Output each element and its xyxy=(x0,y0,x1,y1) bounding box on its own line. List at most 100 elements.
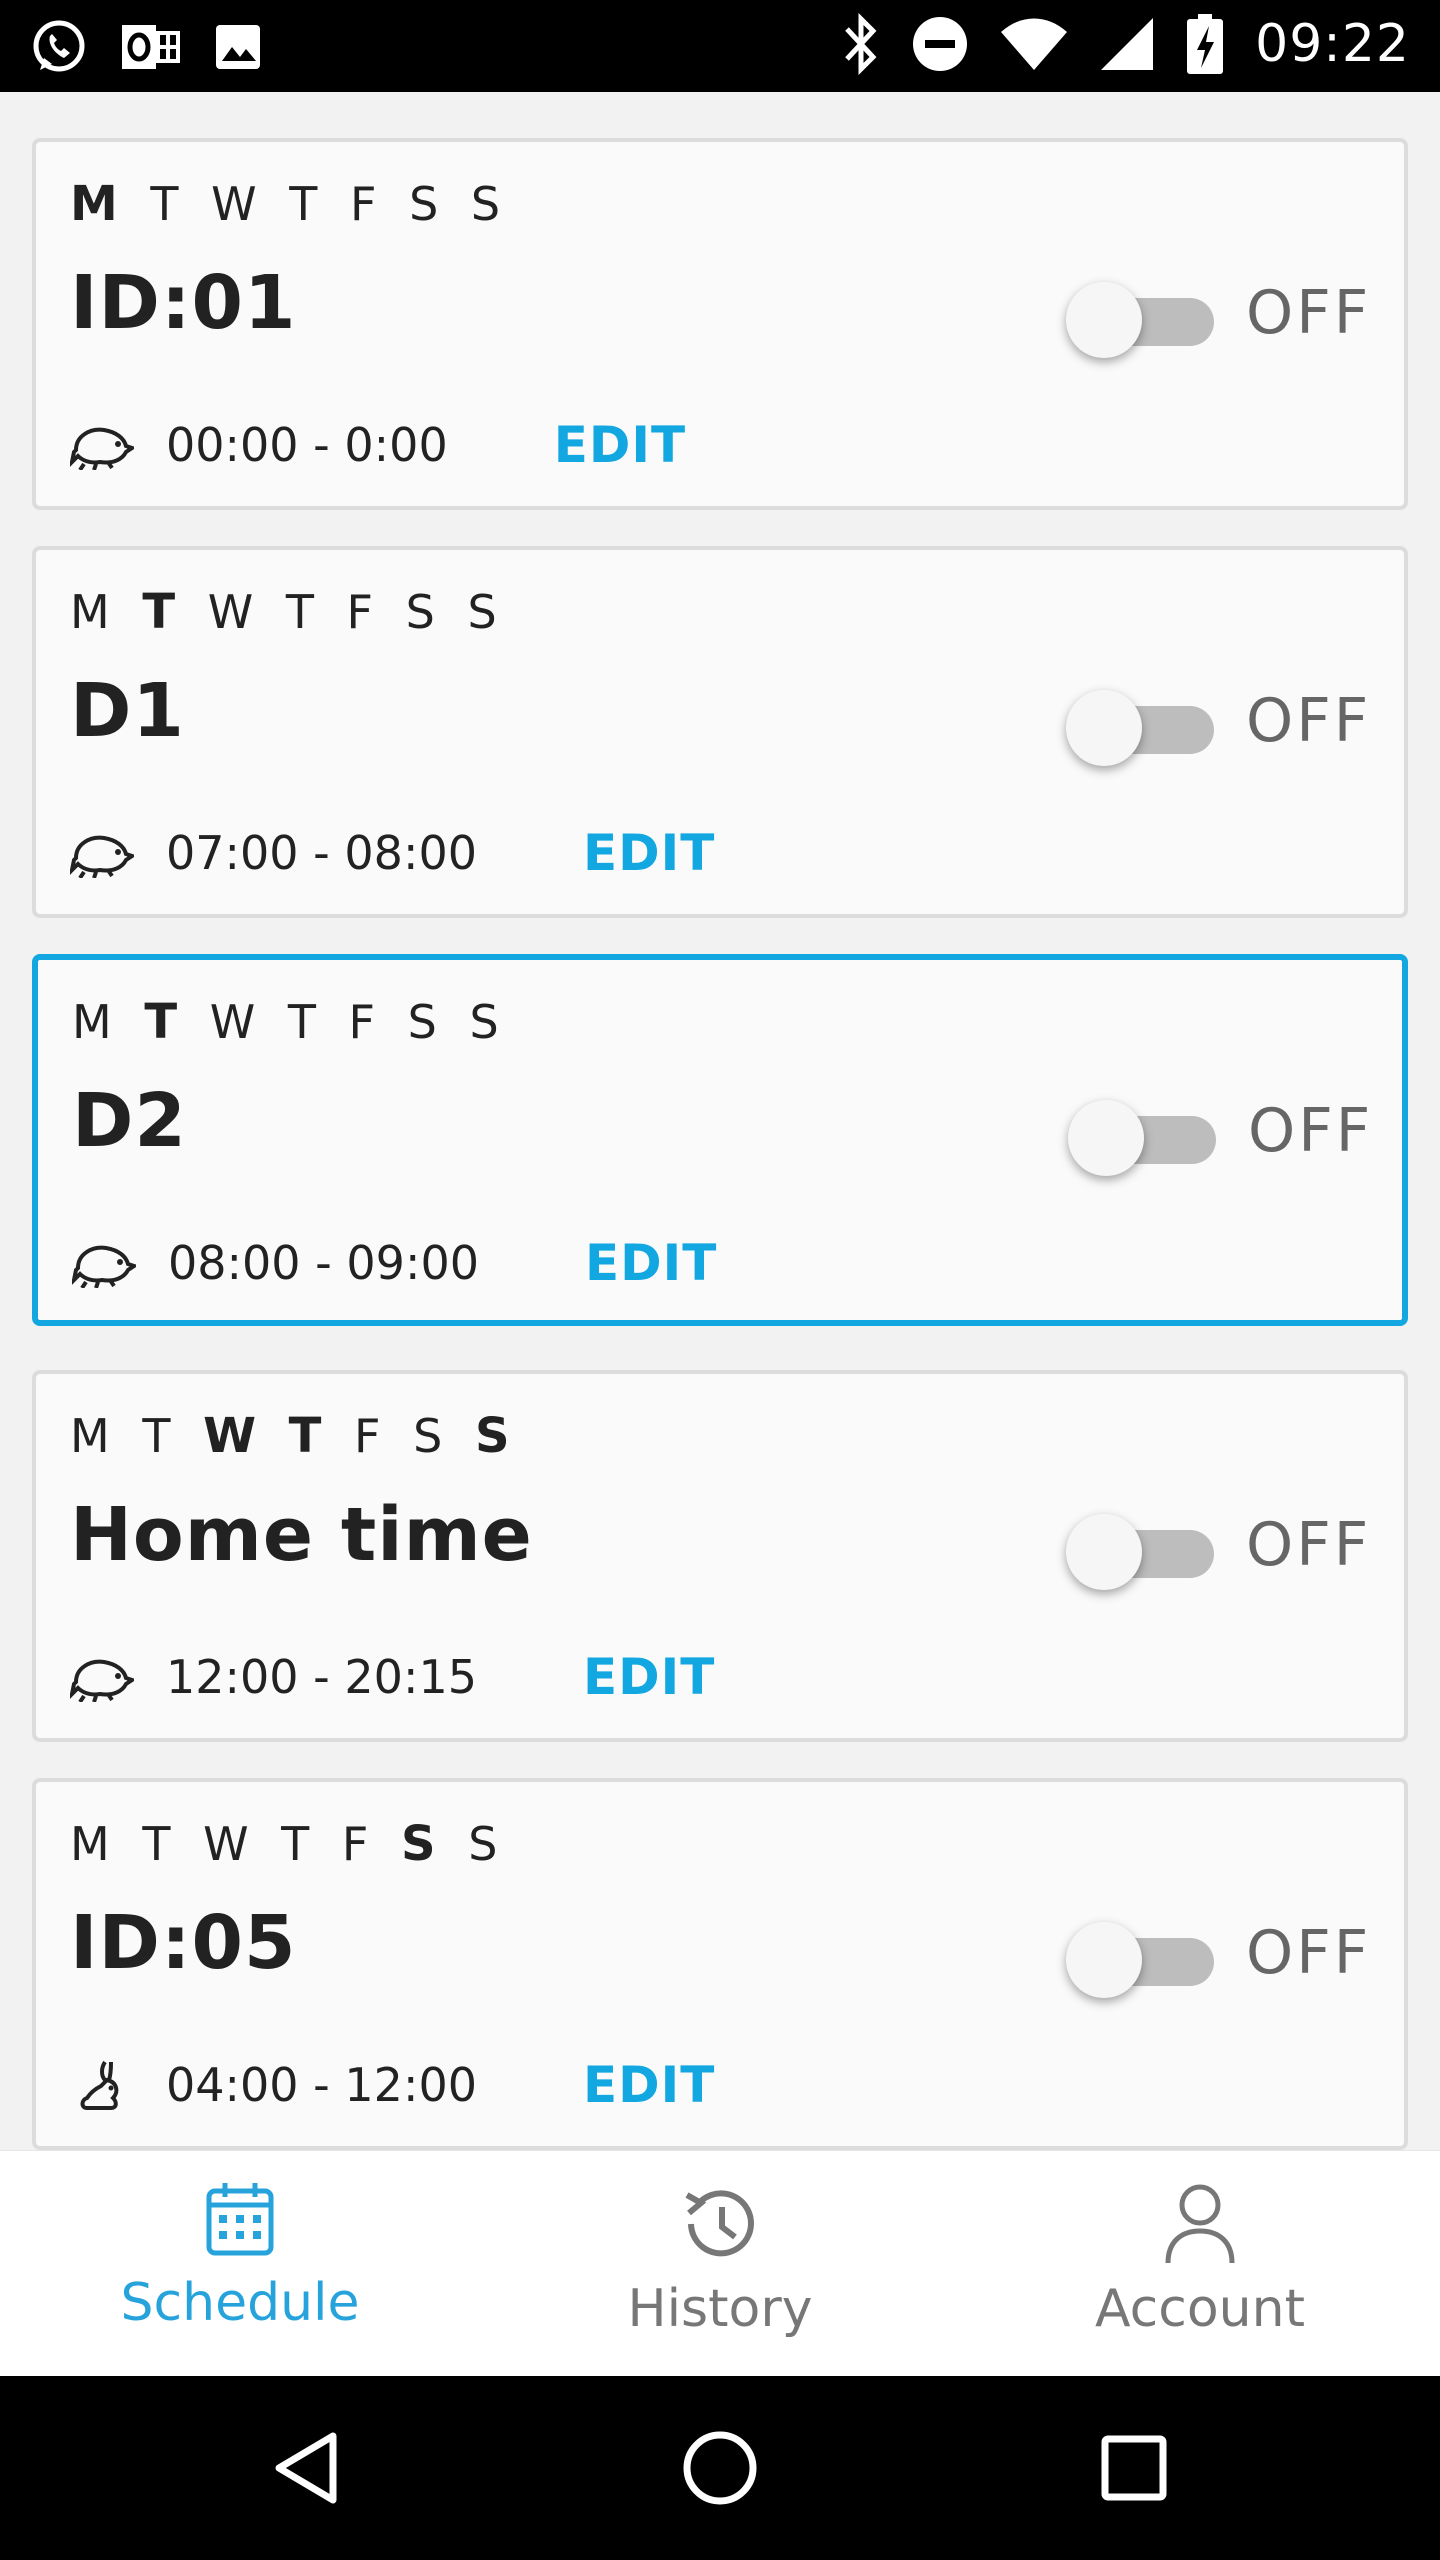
schedule-time-range: 08:00 - 09:00 xyxy=(168,1236,479,1290)
toggle-knob xyxy=(1066,1922,1142,1998)
day-sunday: S xyxy=(468,1817,506,1871)
schedule-card[interactable]: M T W T F S S ID:05 OFF 04:00 - 12:00 ED… xyxy=(32,1778,1408,2150)
toggle-state-label: OFF xyxy=(1246,278,1372,348)
schedule-name: D1 xyxy=(70,668,185,754)
toggle-state-label: OFF xyxy=(1246,1918,1372,1988)
schedule-toggle[interactable] xyxy=(1066,1506,1236,1596)
schedule-card[interactable]: M T W T F S S ID:01 OFF 00:00 - 0:00 EDI… xyxy=(32,138,1408,510)
calendar-icon xyxy=(0,2181,480,2271)
day-tuesday: T xyxy=(142,1817,179,1871)
day-tuesday: T xyxy=(150,177,187,231)
schedule-toggle[interactable] xyxy=(1066,1914,1236,2004)
day-tuesday: T xyxy=(142,1409,179,1463)
edit-button[interactable]: EDIT xyxy=(583,2056,715,2114)
weekday-selector: M T W T F S S xyxy=(72,994,509,1050)
schedule-toggle[interactable] xyxy=(1066,682,1236,772)
schedule-card[interactable]: M T W T F S S Home time OFF 12:00 - 20:1… xyxy=(32,1370,1408,1742)
day-friday: F xyxy=(346,585,382,639)
day-thursday: T xyxy=(285,585,322,639)
running-hamster-icon xyxy=(72,1234,136,1292)
day-thursday: T xyxy=(289,177,326,231)
day-monday: M xyxy=(70,176,126,232)
day-wednesday: W xyxy=(211,177,265,231)
day-saturday: S xyxy=(413,1409,451,1463)
nav-account[interactable]: Account xyxy=(960,2151,1440,2377)
schedule-footer: 07:00 - 08:00 EDIT xyxy=(70,818,715,888)
day-monday: M xyxy=(70,1817,118,1871)
day-sunday: S xyxy=(474,1408,518,1464)
nav-label: Schedule xyxy=(120,2273,360,2333)
schedule-toggle[interactable] xyxy=(1066,274,1236,364)
schedule-time-range: 00:00 - 0:00 xyxy=(166,418,448,472)
day-sunday: S xyxy=(467,585,505,639)
nav-history[interactable]: History xyxy=(480,2151,960,2377)
toggle-knob xyxy=(1066,690,1142,766)
do-not-disturb-icon xyxy=(913,17,968,71)
weekday-selector: M T W T F S S xyxy=(70,584,507,640)
day-saturday: S xyxy=(409,177,447,231)
schedule-toggle[interactable] xyxy=(1068,1092,1238,1182)
running-hamster-icon xyxy=(70,416,134,474)
weekday-selector: M T W T F S S xyxy=(70,1408,520,1464)
day-friday: F xyxy=(349,177,385,231)
toggle-knob xyxy=(1068,1100,1144,1176)
schedule-name: Home time xyxy=(70,1492,533,1578)
day-wednesday: W xyxy=(203,1817,257,1871)
day-tuesday: T xyxy=(142,584,184,640)
day-saturday: S xyxy=(405,585,443,639)
sitting-rabbit-icon xyxy=(70,2056,134,2114)
running-hamster-icon xyxy=(70,824,134,882)
edit-button[interactable]: EDIT xyxy=(554,416,686,474)
system-navigation-bar xyxy=(0,2376,1440,2560)
day-thursday: T xyxy=(288,1408,330,1464)
schedule-footer: 00:00 - 0:00 EDIT xyxy=(70,410,686,480)
schedule-card-selected[interactable]: M T W T F S S D2 OFF 08:00 - 09:00 EDIT xyxy=(32,954,1408,1326)
schedule-name: ID:05 xyxy=(70,1900,297,1986)
schedule-card[interactable]: M T W T F S S D1 OFF 07:00 - 08:00 EDIT xyxy=(32,546,1408,918)
nav-label: Account xyxy=(1095,2279,1305,2339)
schedule-time-range: 12:00 - 20:15 xyxy=(166,1650,477,1704)
day-wednesday: W xyxy=(209,995,264,1049)
day-friday: F xyxy=(341,1817,377,1871)
day-saturday: S xyxy=(407,995,445,1049)
gallery-icon xyxy=(216,25,260,69)
notification-icons xyxy=(30,18,264,76)
schedule-footer: 12:00 - 20:15 EDIT xyxy=(70,1642,715,1712)
day-monday: M xyxy=(72,995,120,1049)
whatsapp-icon xyxy=(33,20,85,72)
schedule-name: D2 xyxy=(72,1078,187,1164)
toggle-state-label: OFF xyxy=(1246,1510,1372,1580)
bottom-navigation: Schedule History Account xyxy=(0,2150,1440,2377)
schedule-list[interactable]: M T W T F S S ID:01 OFF 00:00 - 0:00 EDI… xyxy=(0,92,1440,2150)
day-friday: F xyxy=(354,1409,389,1463)
history-icon xyxy=(480,2181,960,2271)
account-icon xyxy=(960,2181,1440,2271)
recents-icon xyxy=(1101,2435,1167,2501)
running-hamster-icon xyxy=(70,1648,134,1706)
edit-button[interactable]: EDIT xyxy=(583,824,715,882)
schedule-name: ID:01 xyxy=(70,260,297,346)
day-sunday: S xyxy=(470,177,509,231)
day-friday: F xyxy=(348,995,384,1049)
system-status-icons: 09:22 xyxy=(841,12,1410,76)
home-icon xyxy=(683,2431,757,2505)
nav-label: History xyxy=(627,2279,813,2339)
weekday-selector: M T W T F S S xyxy=(70,176,510,232)
day-thursday: T xyxy=(287,995,324,1049)
signal-icon xyxy=(1101,18,1154,70)
status-bar: 09:22 xyxy=(0,0,1440,92)
day-thursday: T xyxy=(281,1817,318,1871)
home-button[interactable] xyxy=(670,2418,770,2518)
bluetooth-icon xyxy=(845,13,877,75)
edit-button[interactable]: EDIT xyxy=(585,1234,717,1292)
toggle-knob xyxy=(1066,1514,1142,1590)
back-button[interactable] xyxy=(256,2418,356,2518)
schedule-footer: 04:00 - 12:00 EDIT xyxy=(70,2050,715,2120)
recents-button[interactable] xyxy=(1084,2418,1184,2518)
edit-button[interactable]: EDIT xyxy=(583,1648,715,1706)
day-wednesday: W xyxy=(203,1408,265,1464)
day-tuesday: T xyxy=(144,994,186,1050)
nav-schedule[interactable]: Schedule xyxy=(0,2151,480,2377)
schedule-footer: 08:00 - 09:00 EDIT xyxy=(72,1228,717,1298)
schedule-time-range: 07:00 - 08:00 xyxy=(166,826,477,880)
